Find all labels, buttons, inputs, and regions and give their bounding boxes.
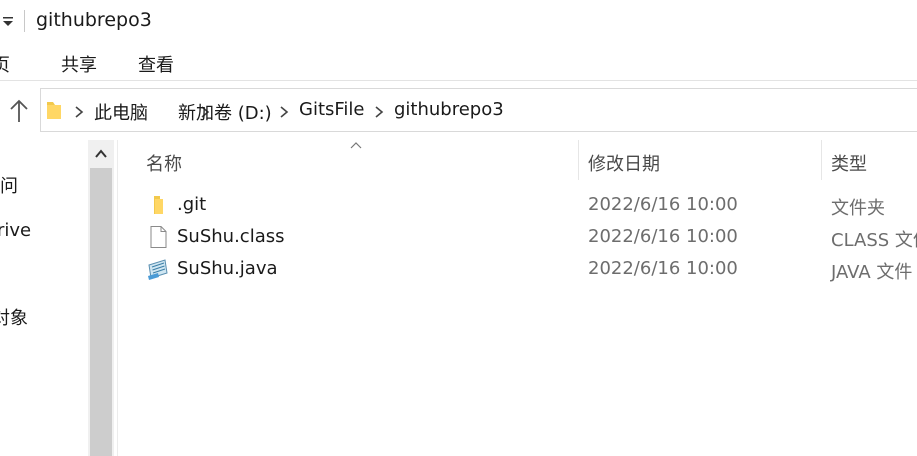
- chevron-right-icon[interactable]: [374, 106, 384, 118]
- chevron-right-icon[interactable]: [279, 106, 289, 118]
- file-type: CLASS 文件: [831, 230, 917, 251]
- column-header-name[interactable]: 名称: [146, 150, 182, 176]
- up-arrow-icon[interactable]: [6, 96, 32, 126]
- breadcrumb-this-pc[interactable]: 此电脑: [94, 99, 148, 125]
- file-row-sushu-class[interactable]: SuShu.class 2022/6/16 10:00 CLASS 文件: [140, 222, 917, 254]
- file-name: SuShu.java: [177, 258, 278, 279]
- file-type: JAVA 文件: [831, 262, 913, 283]
- column-separator[interactable]: [578, 140, 579, 180]
- tab-share[interactable]: 共享: [61, 51, 97, 77]
- sort-ascending-icon: [350, 142, 362, 149]
- tab-view[interactable]: 查看: [138, 51, 174, 77]
- nav-item-onedrive[interactable]: rive: [0, 220, 31, 241]
- ribbon-divider: [0, 80, 917, 81]
- file-icon: [150, 226, 167, 248]
- nav-item-quick-access[interactable]: 问: [0, 172, 18, 198]
- chevron-right-icon[interactable]: [74, 106, 84, 118]
- breadcrumb-gitsfile[interactable]: GitsFile: [299, 99, 365, 120]
- quick-access-dropdown-icon[interactable]: [2, 14, 14, 28]
- breadcrumb-githubrepo3[interactable]: githubrepo3: [394, 99, 504, 120]
- scrollbar-thumb[interactable]: [90, 168, 112, 456]
- file-type: 文件夹: [831, 198, 885, 219]
- file-row-sushu-java[interactable]: SuShu.java 2022/6/16 10:00 JAVA 文件: [140, 254, 917, 286]
- address-bar[interactable]: 此电脑 新加卷 (D:) GitsFile githubrepo3: [40, 88, 917, 132]
- ribbon-tabs: 页 共享 查看: [0, 42, 917, 80]
- file-name: .git: [177, 194, 207, 215]
- folder-icon: [47, 102, 61, 119]
- file-date-modified: 2022/6/16 10:00: [588, 226, 738, 247]
- folder-icon: [154, 196, 163, 214]
- tab-home[interactable]: 页: [0, 51, 10, 77]
- pane-divider[interactable]: [117, 140, 118, 456]
- breadcrumb-drive-d[interactable]: 新加卷 (D:): [178, 99, 272, 125]
- file-date-modified: 2022/6/16 10:00: [588, 258, 738, 279]
- column-header-date-modified[interactable]: 修改日期: [588, 150, 660, 176]
- title-separator: [24, 10, 25, 32]
- title-bar: githubrepo3: [0, 0, 917, 42]
- column-separator[interactable]: [821, 140, 822, 180]
- file-date-modified: 2022/6/16 10:00: [588, 194, 738, 215]
- java-file-icon: [148, 259, 168, 280]
- chevron-up-icon[interactable]: [88, 140, 114, 168]
- navigation-pane: 问 rive 对象: [0, 140, 88, 456]
- file-name: SuShu.class: [177, 226, 285, 247]
- file-row-git[interactable]: .git 2022/6/16 10:00 文件夹: [140, 190, 917, 222]
- window-title: githubrepo3: [36, 9, 152, 31]
- column-header-type[interactable]: 类型: [831, 150, 867, 176]
- nav-item-3d-objects[interactable]: 对象: [0, 304, 28, 330]
